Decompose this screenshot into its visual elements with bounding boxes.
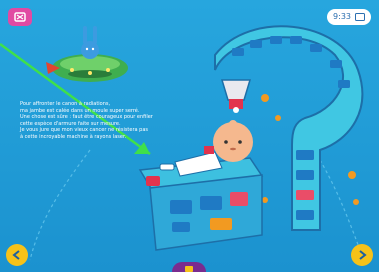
story-line: Pour affronter le canon à radiations, (20, 101, 111, 107)
menu-tab-icon (185, 266, 193, 272)
previous-page-button[interactable] (6, 244, 28, 266)
arrow-left-icon (12, 250, 20, 260)
screen-icon (355, 13, 365, 21)
ufo-with-rabbit (46, 26, 128, 82)
time-text: 9:33 (333, 12, 351, 21)
arrow-right-icon (359, 250, 367, 260)
menu-tab-button[interactable] (172, 262, 206, 272)
story-text: Pour affronter le canon à radiations, ma… (20, 101, 180, 141)
game-scene: 9:33 Pour affronter le canon à radiation… (0, 0, 379, 272)
story-line: à cette incroyable machine à rayons lase… (20, 133, 127, 140)
home-icon (14, 12, 26, 22)
story-line: Une chose est sûre : faut être courageux… (20, 114, 153, 121)
story-line: Je vous jure que mon vieux cancer ne rés… (20, 127, 149, 134)
next-page-button[interactable] (351, 244, 373, 266)
home-button[interactable] (8, 8, 32, 26)
time-badge: 9:33 (327, 9, 371, 25)
